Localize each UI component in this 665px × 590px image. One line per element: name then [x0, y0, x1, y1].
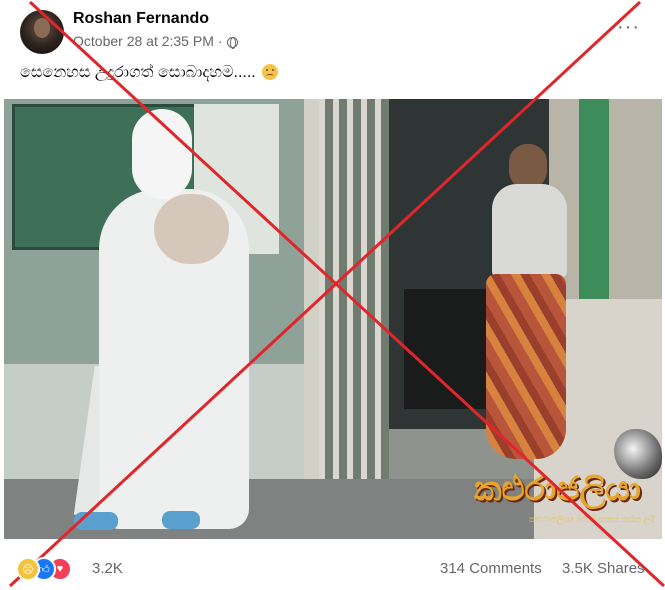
baby [154, 194, 229, 264]
woman-figure [492, 184, 567, 279]
sad-face-emoji-icon [262, 64, 279, 80]
globe-icon [226, 36, 238, 49]
shares-count-link[interactable]: 3.5K Shares [562, 560, 645, 577]
gate-grille [319, 99, 389, 539]
watermark-logo: කළුරාජලියා කළුරාජලියා මගින් සකස් කරන ලදී [474, 429, 662, 524]
reaction-count[interactable]: 3.2K [92, 560, 123, 577]
author-name[interactable]: Roshan Fernando [73, 10, 209, 28]
comments-count-link[interactable]: 314 Comments [440, 560, 542, 577]
sad-reaction-icon: ☹ [16, 557, 40, 581]
post-photo[interactable]: කළුරාජලියා කළුරාජලියා මගින් සකස් කරන ලදී [4, 99, 662, 539]
watermark-text: කළුරාජලියා [474, 469, 641, 509]
more-options-icon[interactable]: ··· [617, 16, 640, 39]
post-timestamp[interactable]: October 28 at 2:35 PM [73, 33, 214, 49]
reactions-summary[interactable]: ☹ 👍︎ ♥ [16, 557, 86, 581]
post-meta: October 28 at 2:35 PM · [73, 33, 238, 49]
post-caption: සෙනෙහස උදුරාගත් සොබාදහම..... [20, 64, 279, 82]
watermark-subtext: කළුරාජලියා මගින් සකස් කරන ලදී [529, 514, 655, 524]
caption-text: සෙනෙහස උදුරාගත් සොබාදහම..... [20, 64, 256, 81]
post-stats-bar: ☹ 👍︎ ♥ 3.2K 314 Comments 3.5K Shares [0, 548, 665, 588]
facebook-post: Roshan Fernando October 28 at 2:35 PM · … [0, 0, 665, 590]
author-avatar[interactable] [20, 10, 64, 54]
meta-separator: · [217, 33, 223, 49]
